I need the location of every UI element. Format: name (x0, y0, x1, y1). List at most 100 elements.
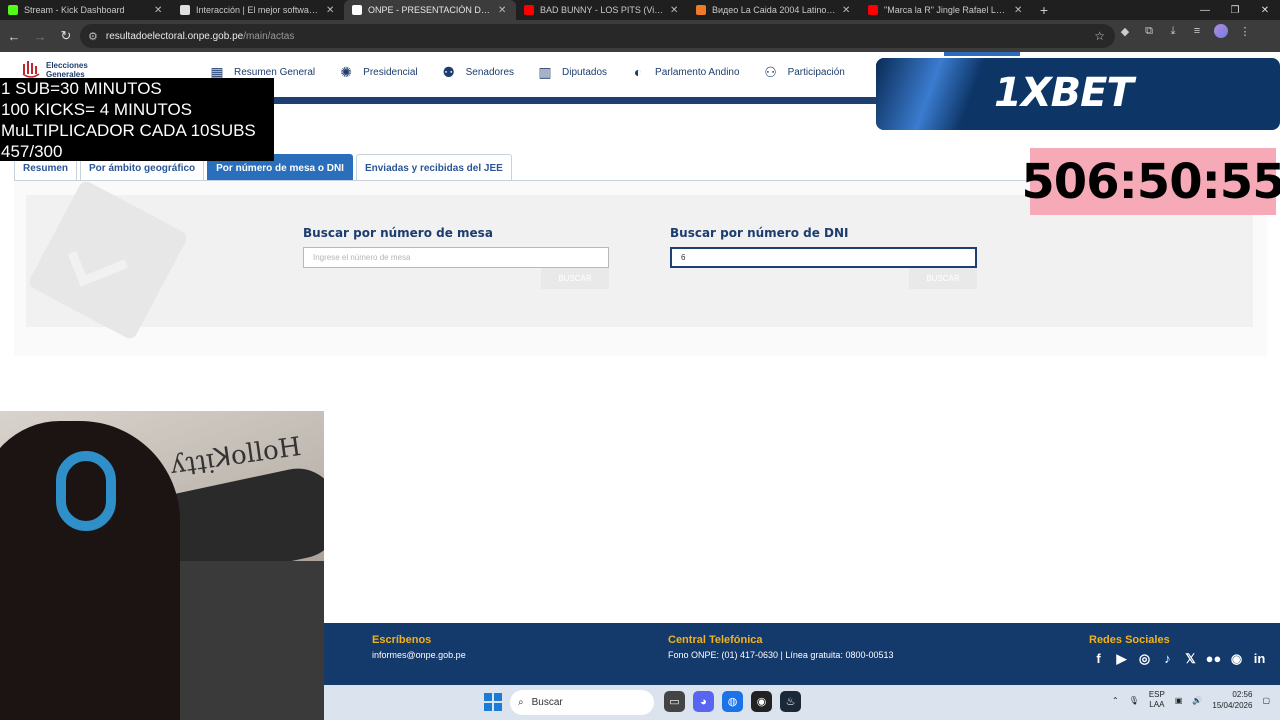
tab-close-icon[interactable]: ✕ (498, 5, 508, 16)
clock-date: 15/04/2026 (1212, 701, 1253, 710)
window-controls: — ❐ ✕ (1190, 0, 1280, 20)
tab-close-icon[interactable]: ✕ (1014, 5, 1024, 16)
volume-icon[interactable]: 🔊 (1192, 696, 1202, 705)
taskbar-search-label: Buscar (531, 697, 563, 708)
ballot-logo-icon (22, 61, 40, 78)
tab-title: Видео La Caida 2004 Latino (D (712, 5, 836, 15)
notifications-icon[interactable]: ▢ (1262, 696, 1270, 705)
nav-item-label: Presidencial (363, 66, 418, 78)
facebook-icon[interactable]: f (1090, 650, 1107, 667)
nav-item-label: Participación (787, 66, 845, 78)
nav-item[interactable]: ⚇ Participación (762, 64, 845, 80)
start-icon[interactable] (484, 693, 502, 711)
overlay-line: MuLTIPLICADOR CADA 10SUBS (1, 121, 256, 140)
forward-icon[interactable]: → (28, 24, 52, 48)
nav-active-indicator (944, 52, 1020, 56)
sponsor-banner: 1XBET (876, 58, 1280, 130)
steam-icon[interactable]: ♨ (780, 691, 801, 712)
bookmark-star-icon[interactable]: ☆ (1094, 29, 1105, 43)
dni-search: Buscar por número de DNI BUSCAR (670, 226, 977, 296)
nav-item-label: Diputados (562, 66, 608, 78)
dni-search-button[interactable]: BUSCAR (909, 268, 977, 289)
tray-chevron-icon[interactable]: ⌃ (1112, 696, 1119, 705)
discord-icon[interactable]: ◕ (693, 691, 714, 712)
mesa-search-button[interactable]: BUSCAR (541, 268, 609, 289)
extensions-puzzle-icon[interactable]: ⧉ (1142, 24, 1156, 38)
building-icon: ▥ (538, 63, 552, 80)
linkedin-icon[interactable]: in (1251, 650, 1268, 667)
back-icon[interactable]: ← (2, 24, 26, 48)
lang-bottom: LAA (1149, 700, 1165, 709)
tab-favicon-icon (696, 5, 706, 15)
tab-close-icon[interactable]: ✕ (842, 5, 852, 16)
taskbar-search[interactable]: ⌕ Buscar (510, 690, 654, 715)
subathon-timer: 506:50:55 (1021, 148, 1280, 215)
browser-tab[interactable]: "Marca la R" Jingle Rafael López ✕ (860, 0, 1032, 20)
new-tab-icon[interactable]: + (1032, 2, 1056, 18)
globe-icon: ◐ (633, 64, 643, 80)
restore-icon[interactable]: ❐ (1220, 0, 1250, 20)
clock-time: 02:56 (1232, 690, 1253, 699)
nav-item[interactable]: ⚉ Senadores (440, 64, 514, 80)
instagram-icon[interactable]: ◎ (1136, 650, 1153, 667)
overlay-line: 100 KICKS= 4 MINUTOS (1, 100, 193, 119)
social-links: f ▶ ◎ ♪ 𝕏 ●● ◉ in (1090, 650, 1268, 667)
obs-icon[interactable]: ◉ (751, 691, 772, 712)
webcam-feed: ʎʇʇᴉꓘolloH (0, 411, 324, 720)
youtube-icon[interactable]: ▶ (1113, 650, 1130, 667)
footer-phone-text: Fono ONPE: (01) 417-0630 | Línea gratuit… (668, 650, 894, 660)
footer-social-title: Redes Sociales (1089, 634, 1170, 646)
network-icon[interactable]: ▣ (1175, 696, 1183, 705)
taskbar-apps: ▭ ◕ ◍ ◉ ♨ (664, 691, 801, 712)
nav-item[interactable]: ✺ Presidencial (337, 64, 417, 80)
download-icon[interactable]: ⤓ (1166, 24, 1180, 38)
tab-close-icon[interactable]: ✕ (154, 5, 164, 16)
url-path: /main/actas (243, 30, 295, 42)
lang-top: ESP (1148, 690, 1165, 699)
dni-number-input[interactable] (670, 247, 977, 268)
tab-title: ONPE - PRESENTACIÓN DE RES (368, 5, 492, 15)
browser-tab[interactable]: Stream - Kick Dashboard ✕ (0, 0, 172, 20)
browser-tab[interactable]: Видео La Caida 2004 Latino (D ✕ (688, 0, 860, 20)
browser-tab[interactable]: ONPE - PRESENTACIÓN DE RES ✕ (344, 0, 516, 20)
address-bar: ← → ↻ ⚙ resultadoelectoral.onpe.gob.pe/m… (0, 20, 1280, 52)
extension-diamond-icon[interactable]: ◆ (1118, 24, 1132, 38)
reload-icon[interactable]: ↻ (54, 24, 78, 48)
profile-avatar[interactable] (1214, 24, 1228, 38)
tab-title: BAD BUNNY - LOS PITS (Visual (540, 5, 664, 15)
tiktok-icon[interactable]: ♪ (1159, 650, 1176, 667)
browser-tab[interactable]: Interacción | El mejor software p ✕ (172, 0, 344, 20)
onpe-logo[interactable]: Elecciones Generales (22, 60, 88, 80)
footer-write-title: Escríbenos (372, 634, 432, 646)
site-info-icon[interactable]: ⚙ (88, 30, 98, 43)
stream-rules-overlay: 1 SUB=30 MINUTOS 100 KICKS= 4 MINUTOS Mu… (0, 78, 274, 161)
actas-tab[interactable]: Enviadas y recibidas del JEE (355, 154, 512, 181)
x-icon[interactable]: 𝕏 (1182, 650, 1199, 667)
microphone-icon[interactable]: 🎙 (1129, 696, 1139, 705)
mesa-search-label: Buscar por número de mesa (303, 226, 493, 240)
tab-close-icon[interactable]: ✕ (670, 5, 680, 16)
nav-item[interactable]: ▥ Diputados (536, 64, 607, 80)
menu-icon[interactable]: ⋮ (1238, 24, 1252, 38)
clock[interactable]: 02:56 15/04/2026 (1212, 689, 1252, 711)
file-explorer-icon[interactable]: ▭ (664, 691, 685, 712)
flickr-icon[interactable]: ●● (1205, 650, 1222, 667)
nav-item[interactable]: ◐ Parlamento Andino (629, 64, 740, 80)
chair-back (160, 561, 324, 720)
spotify-icon[interactable]: ◉ (1228, 650, 1245, 667)
tab-title: Interacción | El mejor software p (196, 5, 320, 15)
media-queue-icon[interactable]: ≡ (1190, 24, 1204, 38)
close-window-icon[interactable]: ✕ (1250, 0, 1280, 20)
windows-taskbar: ⌕ Buscar ▭ ◕ ◍ ◉ ♨ ⌃ 🎙 ESP LAA ▣ 🔊 02:56… (324, 685, 1280, 720)
footer-email-link[interactable]: informes@onpe.gob.pe (372, 650, 466, 660)
url-field[interactable]: ⚙ resultadoelectoral.onpe.gob.pe/main/ac… (80, 24, 1115, 48)
tab-favicon-icon (8, 5, 18, 15)
chrome-icon[interactable]: ◍ (722, 691, 743, 712)
browser-tab[interactable]: BAD BUNNY - LOS PITS (Visual ✕ (516, 0, 688, 20)
minimize-icon[interactable]: — (1190, 0, 1220, 20)
mesa-number-input[interactable] (303, 247, 609, 268)
tab-favicon-icon (180, 5, 190, 15)
main-nav: ▦ Resumen General ✺ Presidencial ⚉ Senadores ▥… (208, 64, 845, 81)
language-indicator[interactable]: ESP LAA (1149, 690, 1165, 710)
tab-close-icon[interactable]: ✕ (326, 5, 336, 16)
